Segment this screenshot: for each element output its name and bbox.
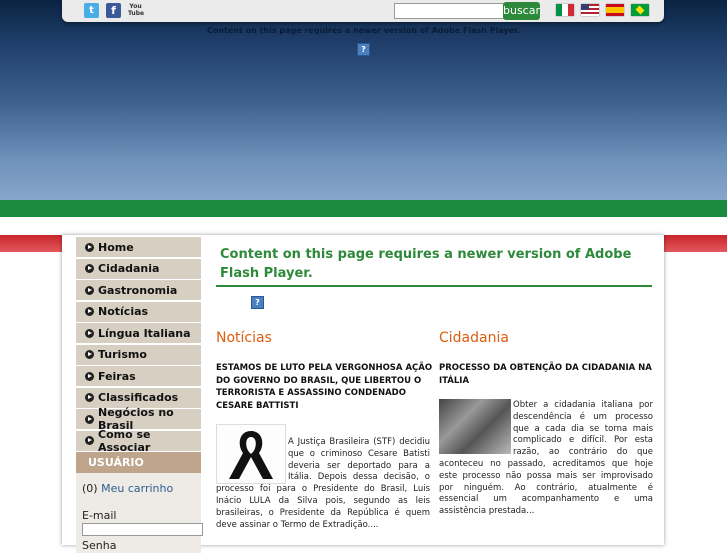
menu-item-turismo[interactable]: Turismo — [76, 344, 201, 365]
citizenship-body: Obter a cidadania italiana por descendên… — [439, 400, 653, 518]
usa-flag-icon[interactable] — [581, 4, 599, 16]
menu-item-label: Turismo — [98, 348, 147, 361]
flash-notice-header: Content on this page requires a newer ve… — [206, 26, 521, 35]
user-section-header: USUÁRIO — [76, 452, 201, 473]
italy-flag-icon[interactable] — [556, 4, 574, 16]
cart-link[interactable]: Meu carrinho — [101, 482, 173, 495]
menu-item-home[interactable]: Home — [76, 237, 201, 257]
arrow-bullet-icon — [85, 350, 94, 359]
flash-notice-main: Content on this page requires a newer ve… — [220, 247, 632, 281]
menu-item-label: Notícias — [98, 305, 149, 318]
cart-count: (0) — [82, 482, 98, 495]
menu-item-lingua-italiana[interactable]: Língua Italiana — [76, 323, 201, 343]
menu-item-noticias[interactable]: Notícias — [76, 301, 201, 322]
login-box: (0) Meu carrinho E-mail Senha — [76, 473, 203, 553]
menu-item-label: Língua Italiana — [98, 326, 191, 340]
arrow-bullet-icon — [85, 307, 94, 316]
menu-item-label: Classificados — [98, 391, 179, 404]
menu-item-label: Gastronomia — [98, 283, 178, 297]
brazil-flag-icon[interactable] — [631, 4, 649, 16]
citizenship-section-title[interactable]: Cidadania — [439, 330, 509, 346]
password-label: Senha — [82, 539, 117, 552]
menu-item-label: Feiras — [98, 369, 136, 383]
arrow-bullet-icon — [85, 393, 94, 402]
divider — [216, 285, 652, 287]
facebook-icon[interactable]: f — [106, 3, 121, 18]
arrow-bullet-icon — [85, 242, 94, 252]
spain-flag-icon[interactable] — [606, 4, 624, 16]
menu-item-label: Home — [98, 240, 134, 254]
search-input[interactable] — [394, 3, 504, 19]
news-headline[interactable]: ESTAMOS DE LUTO PELA VERGONHOSA AÇÃO DO … — [216, 362, 434, 412]
arrow-bullet-icon — [85, 328, 94, 338]
email-label: E-mail — [82, 509, 117, 522]
menu-item-label: Cidadania — [98, 262, 160, 275]
menu-item-gastronomia[interactable]: Gastronomia — [76, 280, 201, 300]
search-button[interactable]: buscar — [503, 2, 540, 20]
news-body: A Justiça Brasileira (STF) decidiu que o… — [216, 437, 430, 531]
twitter-icon[interactable]: t — [84, 3, 99, 18]
arrow-bullet-icon — [85, 285, 94, 295]
cart-line: (0) Meu carrinho — [82, 482, 173, 495]
arrow-bullet-icon — [85, 264, 94, 273]
image-spacer — [216, 437, 288, 483]
flag-stripe-green — [0, 200, 727, 217]
menu-item-negocios[interactable]: Negócios no Brasil — [76, 406, 201, 432]
menu-item-classificados[interactable]: Classificados — [76, 387, 201, 408]
arrow-bullet-icon — [85, 436, 94, 445]
flag-stripe-white — [0, 217, 727, 235]
menu-item-label: Como se Associar — [98, 427, 151, 454]
youtube-icon[interactable]: You Tube — [128, 3, 144, 18]
image-spacer — [439, 400, 513, 457]
arrow-bullet-icon — [85, 371, 94, 381]
menu-item-feiras[interactable]: Feiras — [76, 366, 201, 386]
plugin-icon[interactable]: ? — [251, 296, 264, 309]
arrow-bullet-icon — [85, 414, 94, 424]
plugin-icon[interactable]: ? — [357, 43, 370, 56]
email-field[interactable] — [82, 523, 203, 536]
sidebar: Home Cidadania Gastronomia Notícias Líng… — [76, 237, 203, 553]
menu-item-associar[interactable]: Como se Associar — [76, 427, 201, 454]
news-section-title[interactable]: Notícias — [216, 330, 272, 346]
citizenship-headline[interactable]: PROCESSO DA OBTENÇÃO DA CIDADANIA NA ITÁ… — [439, 362, 654, 387]
menu-item-cidadania[interactable]: Cidadania — [76, 258, 201, 279]
